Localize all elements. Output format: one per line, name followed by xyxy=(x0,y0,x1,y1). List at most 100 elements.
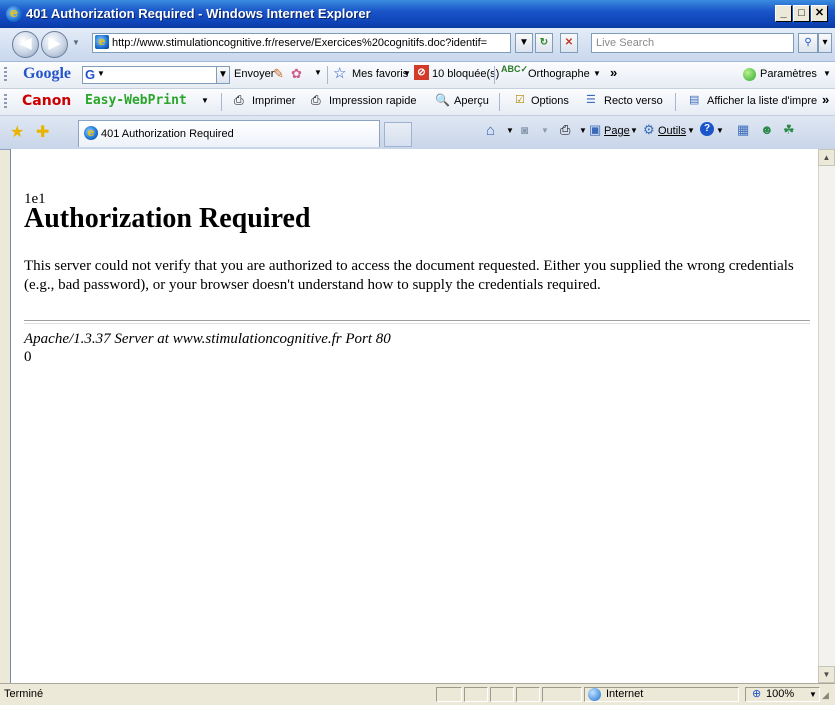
page-icon: e xyxy=(84,126,98,140)
canon-toolbar: Canon Easy-WebPrint ▼ ⎙ Imprimer ⎙ Impre… xyxy=(0,89,835,116)
chevron-down-icon: ▼ xyxy=(201,96,209,105)
google-search-dropdown[interactable]: ▼ xyxy=(216,66,230,84)
print-list-icon: ▤ xyxy=(689,94,700,106)
status-panel xyxy=(516,687,540,702)
title-bar: e 401 Authorization Required - Windows I… xyxy=(0,0,835,28)
chevron-down-icon[interactable]: ▼ xyxy=(630,126,638,135)
chevron-down-icon: ▼ xyxy=(403,69,411,78)
highlight-icon[interactable]: ✎ xyxy=(273,66,284,82)
tools-menu-icon: ⚙ xyxy=(643,122,655,137)
messenger-icon[interactable]: ☻ xyxy=(760,122,774,137)
canon-logo: Canon xyxy=(22,93,72,109)
chevron-down-icon[interactable]: ▼ xyxy=(809,690,817,699)
error-message: This server could not verify that you ar… xyxy=(24,258,794,293)
forward-button[interactable]: ▶ xyxy=(41,31,68,58)
star-icon[interactable]: ☆ xyxy=(333,64,346,82)
toolbar-grip xyxy=(4,94,7,110)
status-panel xyxy=(436,687,462,702)
blocked-count[interactable]: 10 bloquée(s) xyxy=(432,68,499,80)
google-toolbar: Google G ▼ ▼ Envoyer ✎ ✿ ▼ ☆ Mes favoris… xyxy=(0,62,835,89)
search-input[interactable]: Live Search xyxy=(591,33,794,53)
google-search-input[interactable]: G ▼ xyxy=(82,66,225,84)
bookmarks-button[interactable]: Mes favoris xyxy=(352,68,408,80)
search-options-icon[interactable]: ▾ xyxy=(818,33,832,53)
search-icon[interactable]: ⚲ xyxy=(798,33,818,53)
popup-blocker-icon: ⊘ xyxy=(414,65,429,80)
chevron-down-icon: ▼ xyxy=(593,69,601,78)
new-tab-button[interactable] xyxy=(384,122,412,147)
tab-row: ★ ✚ e 401 Authorization Required ⌂ ▼ ◙ ▼… xyxy=(0,116,835,150)
internet-zone-icon xyxy=(588,688,601,701)
status-panel xyxy=(542,687,582,702)
tab-title: 401 Authorization Required xyxy=(101,128,234,140)
chunk-suffix: 0 xyxy=(24,349,32,365)
more-chevron-icon[interactable]: » xyxy=(822,92,829,107)
chevron-down-icon[interactable]: ▼ xyxy=(506,126,514,135)
google-g-button[interactable]: G xyxy=(85,67,95,82)
scroll-up-button[interactable]: ▲ xyxy=(818,149,835,166)
tools-menu-button[interactable]: Outils xyxy=(658,125,686,137)
zoom-level: 100% xyxy=(766,688,795,700)
separator xyxy=(499,93,500,111)
popup-icon[interactable]: ✿ xyxy=(291,66,302,82)
print-list-button[interactable]: Afficher la liste d'impre xyxy=(707,95,820,107)
home-icon[interactable]: ⌂ xyxy=(486,122,495,139)
add-favorite-icon[interactable]: ✚ xyxy=(36,122,49,142)
status-bar: Terminé Internet ⊕ 100% ▼ ◢ xyxy=(0,683,835,705)
close-button[interactable]: ✕ xyxy=(811,5,828,22)
spellcheck-button[interactable]: Orthographe xyxy=(528,68,590,80)
maximize-button[interactable]: □ xyxy=(793,5,810,22)
stop-button[interactable]: ✕ xyxy=(560,33,578,53)
scroll-down-button[interactable]: ▼ xyxy=(818,666,835,683)
address-row: ◀ ▶ ▼ e http://www.stimulationcognitive.… xyxy=(0,28,835,62)
research-icon[interactable]: ▦ xyxy=(737,122,749,138)
quick-print-button[interactable]: Impression rapide xyxy=(329,95,416,107)
horizontal-rule xyxy=(24,320,810,324)
easy-webprint-logo[interactable]: Easy-WebPrint xyxy=(85,93,187,108)
page-menu-button[interactable]: Page xyxy=(604,125,630,137)
settings-button[interactable]: Paramètres xyxy=(760,68,817,80)
more-chevron-icon[interactable]: » xyxy=(610,65,617,80)
chevron-down-icon: ▼ xyxy=(97,69,105,78)
favorites-star-icon[interactable]: ★ xyxy=(10,122,24,142)
feeds-icon[interactable]: ◙ xyxy=(521,123,528,137)
window-title: 401 Authorization Required - Windows Int… xyxy=(26,6,371,21)
chevron-down-icon[interactable]: ▼ xyxy=(541,126,549,135)
print-icon[interactable]: ⎙ xyxy=(560,122,570,138)
chevron-down-icon[interactable]: ▼ xyxy=(579,126,587,135)
separator xyxy=(221,93,222,111)
options-icon: ☑ xyxy=(515,94,525,106)
status-panel xyxy=(490,687,514,702)
print-button[interactable]: Imprimer xyxy=(252,95,295,107)
toolbar-grip xyxy=(4,67,7,83)
help-icon[interactable]: ? xyxy=(700,122,714,136)
options-button[interactable]: Options xyxy=(531,95,569,107)
zoom-icon: ⊕ xyxy=(752,688,762,700)
quick-print-icon: ⎙ xyxy=(311,93,321,107)
history-dropdown-icon[interactable]: ▼ xyxy=(72,38,80,47)
page-heading: Authorization Required xyxy=(24,203,311,234)
chevron-down-icon[interactable]: ▼ xyxy=(687,126,695,135)
resize-grip-icon[interactable]: ◢ xyxy=(822,690,829,701)
send-button[interactable]: Envoyer xyxy=(234,68,274,80)
printer-icon: ⎙ xyxy=(234,93,244,107)
vertical-scrollbar[interactable] xyxy=(818,149,835,683)
back-button[interactable]: ◀ xyxy=(12,31,39,58)
preview-button[interactable]: Aperçu xyxy=(454,95,489,107)
separator xyxy=(675,93,676,111)
refresh-button[interactable]: ↻ xyxy=(535,33,553,53)
minimize-button[interactable]: _ xyxy=(775,5,792,22)
status-text: Terminé xyxy=(4,688,44,700)
address-dropdown-button[interactable]: ▼ xyxy=(515,33,533,53)
tab-active[interactable]: e 401 Authorization Required xyxy=(78,120,380,147)
spellcheck-icon: ABC✓ xyxy=(501,64,529,74)
page-menu-icon: ▣ xyxy=(589,122,602,137)
separator xyxy=(494,66,495,84)
page-icon: e xyxy=(95,35,109,49)
ie-logo-icon: e xyxy=(6,6,22,22)
chevron-down-icon: ▼ xyxy=(823,69,831,78)
chevron-down-icon: ▼ xyxy=(314,68,322,77)
duplex-button[interactable]: Recto verso xyxy=(604,95,663,107)
chevron-down-icon[interactable]: ▼ xyxy=(716,126,724,135)
addon-icon[interactable]: ☘ xyxy=(783,122,795,138)
